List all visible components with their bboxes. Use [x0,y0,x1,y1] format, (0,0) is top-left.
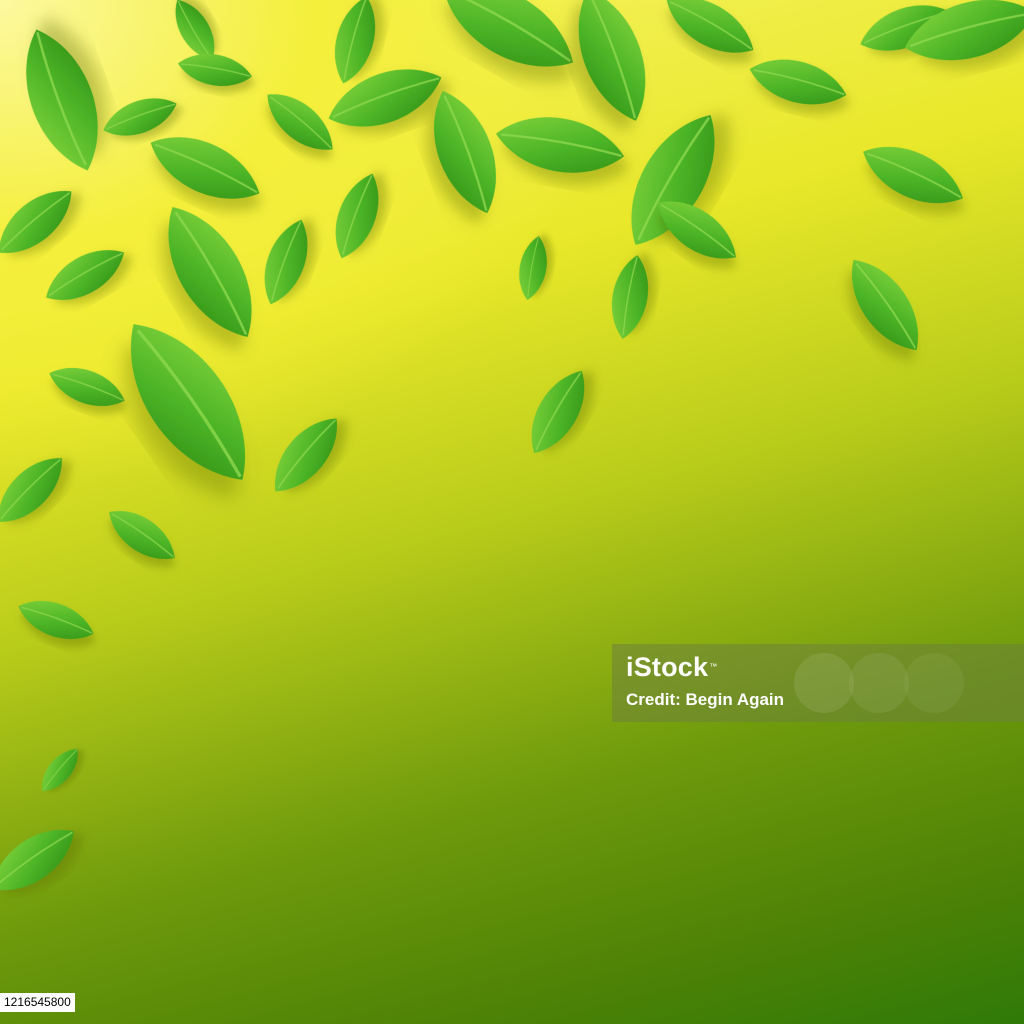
watermark-credit: Credit: Begin Again [626,690,785,709]
istock-watermark: iStock™ Credit: Begin Again [612,644,1024,722]
leaf-6 [324,0,386,89]
leaf-26 [852,130,974,220]
leaf-1 [6,17,118,183]
leaf-13 [655,0,765,69]
leaf-7 [255,80,345,164]
leaf-21 [323,166,391,266]
leaf-5 [139,119,271,217]
leaf-25 [604,251,656,343]
leaf-30 [259,405,353,505]
leaf-11 [490,106,630,184]
leaf-22 [513,233,553,303]
istock-logo: iStock™ [626,652,718,682]
leaf-19 [144,190,276,354]
leaf-4 [174,47,256,93]
leaf-33 [99,497,185,573]
leaf-28 [43,357,131,417]
leaf-12 [559,0,665,132]
leaf-17 [0,175,85,269]
leaf-34 [12,590,100,650]
leaf-10 [416,80,514,224]
leaf-2 [97,88,183,146]
leaf-20 [252,212,320,312]
leaf-35 [33,741,87,799]
leaf-background-image: iStock™ Credit: Begin Again 1216545800 [0,0,1024,1024]
watermark-circles-decoration [794,653,964,713]
image-id-label: 1216545800 [0,993,75,1012]
leaf-9 [426,0,590,91]
leaf-36 [0,813,87,907]
leaf-32 [0,444,76,536]
leaf-31 [516,360,600,464]
leaf-14 [743,48,853,116]
falling-leaves-layer [0,0,1024,907]
leaf-27 [834,246,936,364]
leaf-18 [36,235,134,315]
